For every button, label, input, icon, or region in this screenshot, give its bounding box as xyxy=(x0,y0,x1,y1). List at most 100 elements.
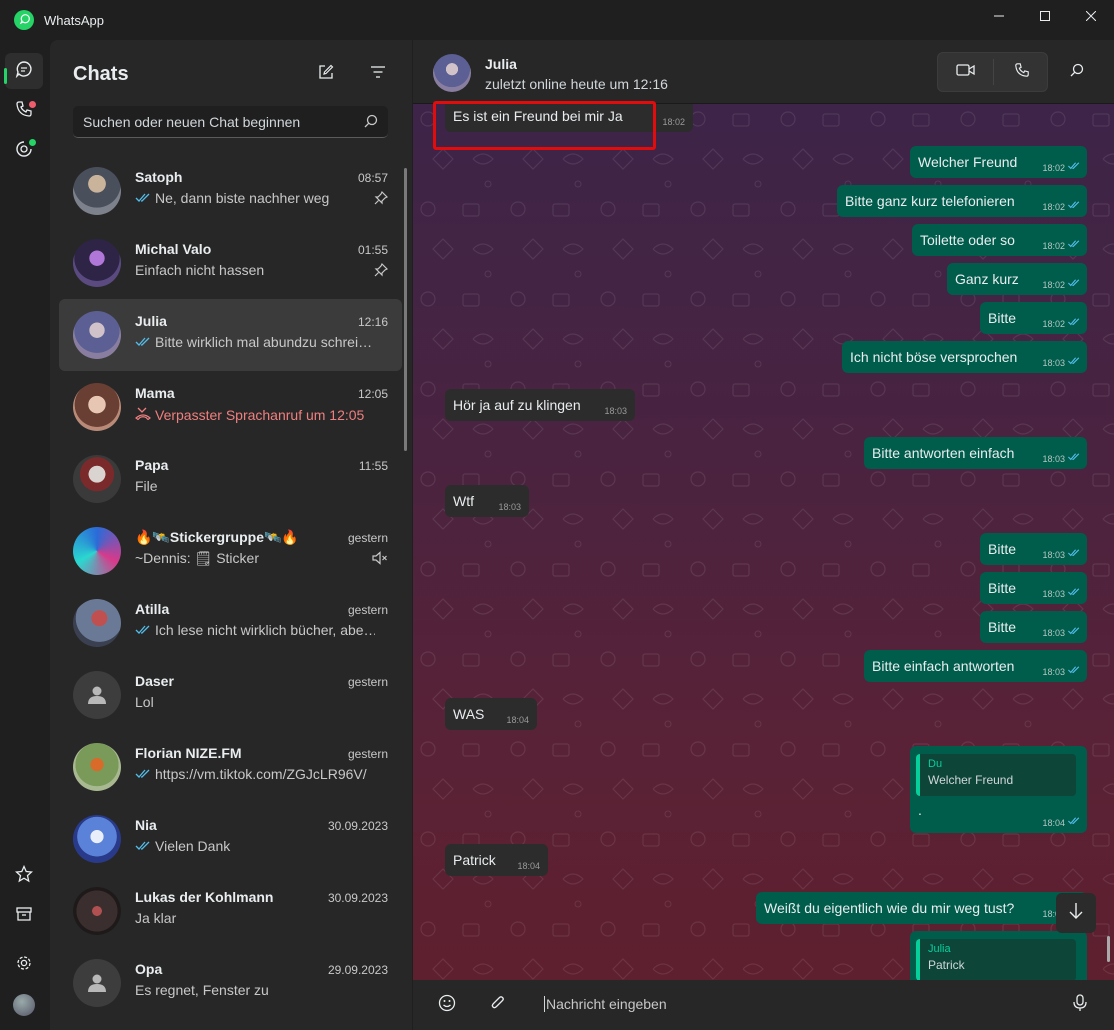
archive-nav-button[interactable] xyxy=(5,898,43,934)
chat-name: Opa xyxy=(135,961,163,977)
status-nav-button[interactable] xyxy=(5,133,43,169)
chat-item-daser[interactable]: Daser gestern Lol xyxy=(59,659,402,731)
message-outgoing-reply[interactable]: Julia Patrick xyxy=(910,931,1087,980)
read-ticks-icon xyxy=(1067,448,1081,464)
chat-name: Michal Valo xyxy=(135,241,212,257)
message-input[interactable] xyxy=(544,996,1044,1012)
microphone-icon xyxy=(1073,993,1087,1017)
message-outgoing[interactable]: Bitte 18:02 xyxy=(980,302,1087,334)
chat-item-mama[interactable]: Mama 12:05 Verpasster Sprachanruf um 12:… xyxy=(59,371,402,443)
maximize-button[interactable] xyxy=(1022,0,1068,32)
minimize-button[interactable] xyxy=(976,0,1022,32)
navigation-rail xyxy=(0,40,50,1030)
search-input[interactable] xyxy=(83,114,353,130)
status-badge xyxy=(29,139,36,146)
emoji-icon xyxy=(438,994,456,1017)
chat-preview: Bitte wirklich mal abundzu schrei… xyxy=(135,334,375,350)
contact-status: zuletzt online heute um 12:16 xyxy=(485,76,668,92)
avatar xyxy=(73,455,121,503)
chats-icon xyxy=(15,60,33,83)
filter-icon xyxy=(370,65,386,83)
chat-name: Lukas der Kohlmann xyxy=(135,889,274,905)
message-area[interactable]: Es ist ein Freund bei mir Ja 18:02 Welch… xyxy=(413,104,1114,980)
attach-button[interactable] xyxy=(485,992,511,1018)
chat-item-papa[interactable]: Papa 11:55 File xyxy=(59,443,402,515)
message-outgoing[interactable]: Bitte ganz kurz telefonieren 18:02 xyxy=(837,185,1087,217)
message-time: 18:04 xyxy=(517,861,540,871)
active-indicator xyxy=(4,68,7,84)
profile-avatar xyxy=(13,994,35,1016)
phone-icon xyxy=(1014,62,1030,83)
chat-item-atilla[interactable]: Atilla gestern Ich lese nicht wirklich b… xyxy=(59,587,402,659)
message-time: 18:02 xyxy=(662,117,685,127)
avatar xyxy=(73,167,121,215)
chats-nav-button[interactable] xyxy=(5,53,43,89)
calls-nav-button[interactable] xyxy=(5,93,43,129)
chat-name: Papa xyxy=(135,457,169,473)
default-avatar-icon xyxy=(73,959,121,1007)
quoted-message[interactable]: Du Welcher Freund xyxy=(916,754,1076,796)
profile-button[interactable] xyxy=(5,987,43,1023)
pin-icon xyxy=(374,190,389,210)
message-outgoing[interactable]: Ich nicht böse versprochen 18:03 xyxy=(842,341,1087,373)
message-incoming[interactable]: Wtf 18:03 xyxy=(445,485,529,517)
paperclip-icon xyxy=(490,994,506,1017)
contact-avatar[interactable] xyxy=(433,54,471,92)
chat-item-michal-valo[interactable]: Michal Valo 01:55 Einfach nicht hassen xyxy=(59,227,402,299)
read-ticks-icon xyxy=(135,334,151,350)
message-outgoing[interactable]: Bitte antworten einfach 18:03 xyxy=(864,437,1087,469)
pin-icon xyxy=(374,262,389,282)
chat-item-julia[interactable]: Julia 12:16 Bitte wirklich mal abundzu s… xyxy=(59,299,402,371)
missed-call-icon xyxy=(135,406,151,423)
emoji-button[interactable] xyxy=(434,992,460,1018)
message-incoming[interactable]: Patrick 18:04 xyxy=(445,844,548,876)
avatar xyxy=(73,527,121,575)
filter-button[interactable] xyxy=(366,62,390,86)
message-time: 18:03 xyxy=(1042,589,1065,599)
conversation-header[interactable]: Julia zuletzt online heute um 12:16 xyxy=(413,40,1114,104)
chat-preview: Vielen Dank xyxy=(135,838,375,854)
new-chat-button[interactable] xyxy=(314,62,338,86)
message-outgoing[interactable]: Ganz kurz 18:02 xyxy=(947,263,1087,295)
message-outgoing[interactable]: Toilette oder so 18:02 xyxy=(912,224,1087,256)
message-outgoing-reply[interactable]: Du Welcher Freund . 18:04 xyxy=(910,746,1087,833)
message-outgoing[interactable]: Bitte 18:03 xyxy=(980,611,1087,643)
contact-name: Julia xyxy=(485,56,517,72)
message-time: 18:02 xyxy=(1042,241,1065,251)
message-incoming[interactable]: Hör ja auf zu klingen 18:03 xyxy=(445,389,635,421)
video-call-button[interactable] xyxy=(938,53,993,91)
chat-item-satoph[interactable]: Satoph 08:57 Ne, dann biste nachher weg xyxy=(59,155,402,227)
search-box[interactable] xyxy=(73,106,388,138)
quoted-message[interactable]: Julia Patrick xyxy=(916,939,1076,980)
scroll-to-bottom-button[interactable] xyxy=(1056,893,1096,933)
conversation-search-button[interactable] xyxy=(1065,60,1089,84)
chat-name: Atilla xyxy=(135,601,170,617)
read-ticks-icon xyxy=(135,838,151,854)
chat-time: gestern xyxy=(347,603,388,617)
message-outgoing[interactable]: Welcher Freund 18:02 xyxy=(910,146,1087,178)
message-outgoing[interactable]: Bitte 18:03 xyxy=(980,533,1087,565)
chat-item-lukas[interactable]: Lukas der Kohlmann 30.09.2023 Ja klar xyxy=(59,875,402,947)
voice-message-button[interactable] xyxy=(1067,992,1093,1018)
read-ticks-icon xyxy=(1067,157,1081,173)
chat-item-florian[interactable]: Florian NIZE.FM gestern https://vm.tikto… xyxy=(59,731,402,803)
title-bar: WhatsApp xyxy=(0,0,1114,40)
message-scrollbar[interactable] xyxy=(1107,936,1110,962)
chat-name: Nia xyxy=(135,817,157,833)
voice-call-button[interactable] xyxy=(994,53,1049,91)
message-outgoing[interactable]: Bitte einfach antworten 18:03 xyxy=(864,650,1087,682)
message-outgoing[interactable]: Weißt du eigentlich wie du mir weg tust?… xyxy=(756,892,1087,924)
avatar xyxy=(73,815,121,863)
chat-item-stickergruppe[interactable]: 🔥🛰️Stickergruppe🛰️🔥 gestern ~Dennis: 🗒 S… xyxy=(59,515,402,587)
message-time: 18:04 xyxy=(506,715,529,725)
settings-nav-button[interactable] xyxy=(5,947,43,983)
chat-item-opa[interactable]: Opa 29.09.2023 Es regnet, Fenster zu xyxy=(59,947,402,1019)
chat-list-scrollbar[interactable] xyxy=(404,168,407,451)
message-incoming[interactable]: WAS 18:04 xyxy=(445,698,537,730)
message-outgoing[interactable]: Bitte 18:03 xyxy=(980,572,1087,604)
message-composer xyxy=(413,980,1114,1030)
chat-time: gestern xyxy=(347,747,388,761)
starred-nav-button[interactable] xyxy=(5,858,43,894)
close-button[interactable] xyxy=(1068,0,1114,32)
chat-item-nia[interactable]: Nia 30.09.2023 Vielen Dank xyxy=(59,803,402,875)
